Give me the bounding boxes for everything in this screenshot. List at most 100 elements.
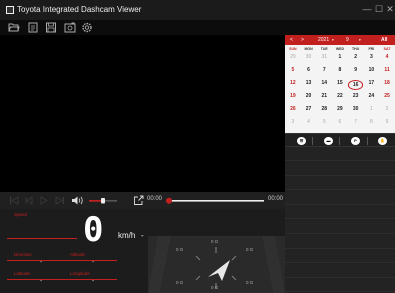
divider [339,137,340,145]
open-folder-icon[interactable] [8,22,20,33]
calendar-day[interactable]: 25 [379,93,395,99]
calendar-day[interactable]: 29 [285,54,301,60]
calendar-day[interactable]: 5 [285,67,301,73]
calendar-day[interactable]: 5 [316,119,332,125]
divider [312,137,313,145]
list-item[interactable] [285,220,395,234]
calendar-day[interactable]: 4 [379,54,395,60]
speed-unit: km/h [118,231,136,240]
calendar-day[interactable]: 7 [348,119,364,125]
longitude-label: Longitude [70,271,90,276]
year-select[interactable]: 2021 [318,37,329,43]
list-item[interactable] [285,205,395,220]
volume-slider[interactable] [88,195,118,206]
save-icon[interactable] [45,22,57,33]
minimize-button[interactable]: — [362,3,372,15]
current-time: 00:00 [147,196,163,202]
step-back-icon[interactable] [24,195,34,206]
manual-recording-filter-icon[interactable]: ✋ [378,137,387,145]
settings-icon[interactable] [81,22,93,33]
g-bottom: 0 G [211,285,219,290]
prev-month-button[interactable]: < [290,37,293,43]
calendar-day[interactable]: 2 [348,54,364,60]
all-dates-button[interactable]: All [381,37,387,43]
seek-bar[interactable] [166,195,266,206]
calendar-day[interactable]: 3 [285,119,301,125]
calendar-day[interactable]: 15 [332,80,348,86]
calendar-day[interactable]: 8 [364,119,380,125]
list-item[interactable] [285,263,395,278]
list-item[interactable] [285,161,395,176]
parking-recording-filter-icon[interactable]: P [351,137,360,145]
next-month-button[interactable]: > [301,37,304,43]
speed-value: 0 [83,210,104,250]
weekday-header: FRI [368,47,375,51]
calendar-day[interactable]: 21 [316,93,332,99]
calendar-day[interactable]: 23 [348,93,364,99]
event-recording-filter-icon[interactable]: ▬ [324,137,333,145]
calendar-day[interactable]: 19 [285,93,301,99]
list-item[interactable] [285,234,395,249]
calendar-day[interactable]: 13 [301,80,317,86]
calendar-day[interactable]: 9 [379,119,395,125]
calendar-day[interactable]: 16 [347,80,364,90]
calendar-header: < > 2021 ▾ 9 ▾ All [285,35,395,45]
calendar-day[interactable]: 4 [301,119,317,125]
play-icon[interactable] [39,195,49,206]
list-item[interactable] [285,278,395,293]
calendar-day[interactable]: 27 [301,106,317,112]
calendar-day[interactable]: 17 [364,80,380,86]
calendar-day[interactable]: 6 [301,67,317,73]
volume-icon[interactable] [71,195,85,206]
list-item[interactable] [285,190,395,205]
calendar-day[interactable]: 1 [332,54,348,60]
altitude-label: Altitude [70,252,86,257]
all-recording-filter-icon[interactable]: ☰ [297,137,306,145]
calendar-day[interactable]: 30 [348,106,364,112]
open-file-icon[interactable] [27,22,39,33]
calendar-day[interactable]: 29 [332,106,348,112]
month-select[interactable]: 9 [346,37,349,43]
g-right-top: 0 G [246,247,254,252]
calendar-day[interactable]: 11 [379,67,395,73]
calendar-day[interactable]: 8 [332,67,348,73]
calendar-day[interactable]: 10 [364,67,380,73]
calendar-day[interactable]: 31 [316,54,332,60]
calendar-day[interactable]: 30 [301,54,317,60]
calendar-day[interactable]: 6 [332,119,348,125]
speed-unit-suffix: - [141,231,144,240]
g-left-top: 0 G [176,247,184,252]
calendar-day[interactable]: 9 [348,67,364,73]
playback-controls: 00:00 00:00 [0,192,285,209]
video-display[interactable] [0,35,285,192]
divider [7,238,77,239]
weekday-header: TUE [320,47,328,51]
close-button[interactable]: ✕ [385,3,395,15]
calendar-day[interactable]: 20 [301,93,317,99]
next-file-icon[interactable] [55,195,65,206]
external-player-icon[interactable] [133,195,144,206]
list-item[interactable] [285,147,395,161]
calendar-day[interactable]: 2 [379,106,395,112]
maximize-button[interactable]: ☐ [374,3,384,15]
calendar-day[interactable]: 26 [285,106,301,112]
calendar-day[interactable]: 28 [316,106,332,112]
screenshot-icon[interactable] [64,22,76,33]
calendar-day[interactable]: 14 [316,80,332,86]
calendar-day[interactable]: 18 [379,80,395,86]
title-bar: Toyota Integrated Dashcam Viewer — ☐ ✕ [0,0,395,20]
calendar-day[interactable]: 22 [332,93,348,99]
speed-label: Speed [14,212,28,217]
list-item[interactable] [285,176,395,191]
file-browser-panel: < > 2021 ▾ 9 ▾ All SUN MON TUE WED THU FRI SAT… [285,35,395,293]
calendar-day[interactable]: 1 [364,106,380,112]
previous-file-icon[interactable] [9,195,19,206]
calendar-day[interactable]: 12 [285,80,301,86]
divider [367,137,368,145]
list-item[interactable] [285,249,395,264]
calendar-day[interactable]: 3 [364,54,380,60]
dashboard-panel: Speed 0 km/h - Direction Altitude - - La… [0,209,285,293]
latitude-value: - [40,278,43,285]
calendar-day[interactable]: 24 [364,93,380,99]
calendar-day[interactable]: 7 [316,67,332,73]
